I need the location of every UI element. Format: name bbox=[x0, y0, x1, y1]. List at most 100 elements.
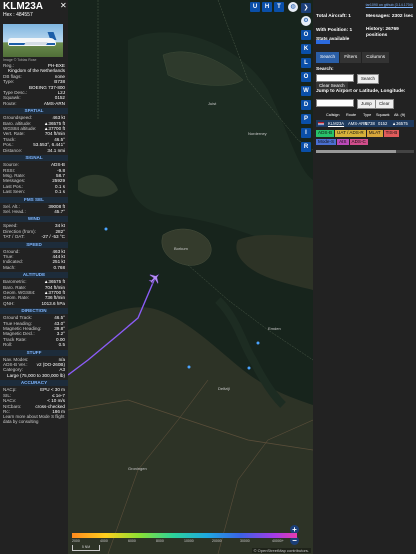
direction-rows: Ground Track: 46.5° True Heading: 43.0° Magn… bbox=[0, 315, 68, 347]
map-button-l[interactable]: L bbox=[301, 58, 311, 68]
info-row-key: Type: bbox=[3, 79, 15, 85]
history-count: History: 26769 positions bbox=[366, 27, 399, 38]
hex-label: Hex : bbox=[3, 12, 15, 18]
hex-value: 484557 bbox=[16, 12, 33, 18]
section-fms-sel[interactable]: FMS SEL bbox=[0, 196, 68, 203]
total-aircraft: Total Aircraft: 1 bbox=[316, 14, 351, 19]
map-canvas[interactable]: Borkum Juist Norderney Emden Delfzijl Gr… bbox=[68, 0, 313, 554]
legend-tick: 40000+ bbox=[272, 539, 284, 543]
spatial-rows: Groundspeed: 463 kt Baro. altitude: ▲36575 … bbox=[0, 115, 68, 153]
col-route[interactable]: Route bbox=[344, 112, 361, 119]
legend-tick: 2000 bbox=[72, 539, 80, 543]
map-button-k[interactable]: K bbox=[301, 44, 311, 54]
signal-rows: Source: ADS-B RSSI: -9.8 Msg. Rate: 58.7 Messa… bbox=[0, 162, 68, 194]
map-button-o[interactable]: O bbox=[301, 30, 311, 40]
section-wind[interactable]: WIND bbox=[0, 216, 68, 223]
photo-wing bbox=[24, 42, 48, 45]
info-row-value: 45.7° bbox=[54, 208, 65, 214]
source-chip[interactable]: MLAT bbox=[366, 130, 383, 137]
map-button-h[interactable]: H bbox=[262, 2, 272, 12]
map-button-u[interactable]: U bbox=[250, 2, 260, 12]
label-emden: Emden bbox=[268, 326, 281, 331]
info-row-value: 1013.6 hPa bbox=[41, 300, 65, 306]
info-row-value: -27 / -53 °C bbox=[41, 234, 65, 240]
map-button-p[interactable]: P bbox=[301, 114, 311, 124]
map-button-o2[interactable]: O bbox=[301, 72, 311, 82]
section-spatial[interactable]: SPATIAL bbox=[0, 108, 68, 115]
info-row-key: TAT / OAT: bbox=[3, 234, 25, 240]
source-chip[interactable]: ADS-B bbox=[316, 130, 335, 137]
source-chip[interactable]: TIS-B bbox=[383, 130, 400, 137]
clear-jump-button[interactable]: Clear bbox=[375, 99, 394, 109]
accuracy-rows: NACp: EPU < 30 m SIL: ≤ 1e-7 NACv: < 10 m/s NI… bbox=[0, 387, 68, 414]
section-direction[interactable]: DIRECTION bbox=[0, 308, 68, 315]
row-squawk: 0152 bbox=[378, 121, 388, 126]
map-button-i[interactable]: I bbox=[301, 128, 311, 138]
search-button[interactable]: Search bbox=[357, 74, 379, 84]
info-row: Roll: 0.5 bbox=[3, 342, 65, 347]
search-input[interactable] bbox=[316, 74, 354, 82]
layers-icon[interactable]: ◍ bbox=[288, 2, 298, 12]
map-button-d[interactable]: D bbox=[301, 100, 311, 110]
map-svg: Borkum Juist Norderney Emden Delfzijl Gr… bbox=[68, 0, 313, 554]
info-row-value: 0.768 bbox=[53, 264, 66, 270]
close-icon[interactable]: ✕ bbox=[60, 2, 67, 10]
legend-tick: 10000 bbox=[184, 539, 194, 543]
marker-vessel-2[interactable] bbox=[256, 341, 260, 345]
section-signal[interactable]: SIGNAL bbox=[0, 155, 68, 162]
tab-columns[interactable]: Columns bbox=[362, 52, 390, 63]
source-chip[interactable]: UAT / ADS-R bbox=[335, 130, 366, 137]
col-callsign[interactable]: Callsign bbox=[324, 112, 344, 119]
col-type[interactable]: Type bbox=[361, 112, 374, 119]
section-altitude[interactable]: ALTITUDE bbox=[0, 272, 68, 279]
nl-flag-icon bbox=[318, 121, 324, 126]
source-chip[interactable]: AIS bbox=[337, 138, 349, 145]
col-flag[interactable] bbox=[316, 112, 324, 119]
section-accuracy[interactable]: ACCURACY bbox=[0, 380, 68, 387]
jump-input[interactable] bbox=[316, 99, 354, 107]
marker-vessel-1[interactable] bbox=[104, 227, 108, 231]
collapse-arrow-icon[interactable]: ❯ bbox=[301, 3, 311, 13]
map-scale: 5 NM bbox=[72, 545, 100, 551]
map-button-t[interactable]: T bbox=[274, 2, 284, 12]
legend-tick: 30000 bbox=[240, 539, 250, 543]
jump-label: Jump to Airport or Latitude, Longitude: bbox=[316, 89, 406, 94]
info-row: Sel. Head.: 45.7° bbox=[3, 209, 65, 214]
table-header: Callsign Route Type Squawk Alt. (ft) bbox=[316, 112, 414, 119]
aircraft-photo[interactable] bbox=[3, 24, 63, 57]
github-link[interactable]: tar1090 on github (3.14.1704) bbox=[366, 3, 413, 7]
altitude-rows: Barometric: ▲36575 ft Baro. Rate: 704 ft/mi… bbox=[0, 279, 68, 306]
stuff-rows: Nav. Modes: n/a ADS-B Ver.: v2 (DO-260B) Cat… bbox=[0, 357, 68, 379]
settings-gear-icon[interactable]: ⚙ bbox=[301, 16, 311, 26]
legend-tick: 20000 bbox=[212, 539, 222, 543]
info-row-key: Sel. Head.: bbox=[3, 208, 26, 214]
map-button-r[interactable]: R bbox=[301, 142, 311, 152]
map-button-w[interactable]: W bbox=[301, 86, 311, 96]
info-row: Distance: 34.1 nmi bbox=[3, 148, 65, 153]
marker-vessel-3[interactable] bbox=[247, 366, 251, 370]
row-callsign[interactable]: KLM23A bbox=[326, 120, 346, 127]
row-altitude: ▲36575 bbox=[392, 121, 408, 126]
table-scrollbar[interactable] bbox=[316, 150, 414, 153]
jump-button[interactable]: Jump bbox=[357, 99, 376, 109]
col-squawk[interactable]: Squawk bbox=[374, 112, 392, 119]
section-speed[interactable]: SPEED bbox=[0, 241, 68, 248]
section-stuff[interactable]: STUFF bbox=[0, 349, 68, 356]
source-chip[interactable]: Mode-S bbox=[316, 138, 337, 145]
callsign: KLM23A bbox=[3, 1, 44, 12]
tab-search[interactable]: Search bbox=[316, 52, 340, 63]
search-label: Search: bbox=[316, 67, 334, 72]
label-delfzijl: Delfzijl bbox=[218, 386, 230, 391]
source-chip[interactable]: ADS-C bbox=[349, 138, 368, 145]
stats-badge[interactable] bbox=[316, 40, 330, 44]
table-row[interactable]: KLM23A AMS-ARN B738 0152 ▲36575 bbox=[316, 120, 414, 127]
marker-vessel-4[interactable] bbox=[187, 365, 191, 369]
info-row-key: QNH: bbox=[3, 300, 15, 306]
col-altitude[interactable]: Alt. (ft) bbox=[392, 112, 412, 119]
tab-filters[interactable]: Filters bbox=[340, 52, 362, 63]
aircraft-info-panel: KLM23A Hex : 484557 ✕ Image © Tobias Ros… bbox=[0, 0, 68, 554]
with-position: With Position: 1 bbox=[316, 28, 353, 33]
row-route: AMS-ARN bbox=[348, 121, 368, 126]
scrollbar-thumb[interactable] bbox=[316, 150, 396, 153]
mode-s-memo[interactable]: Learn more about Mode S flight data by c… bbox=[0, 414, 68, 424]
